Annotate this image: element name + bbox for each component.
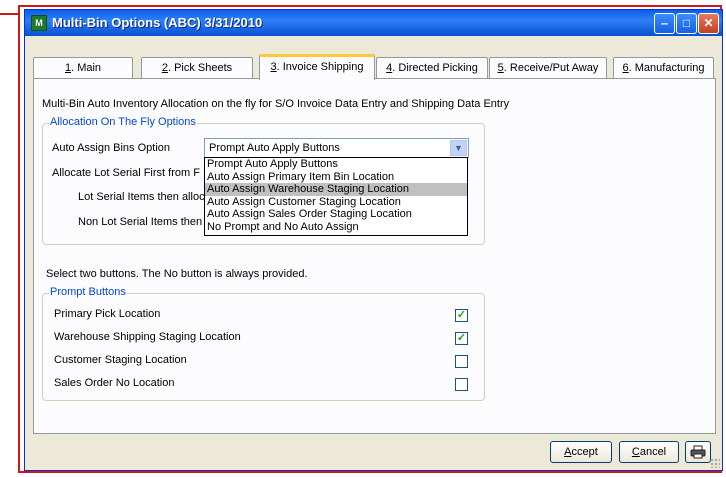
- dropdown-option[interactable]: Auto Assign Primary Item Bin Location: [205, 171, 467, 184]
- chevron-down-icon[interactable]: ▼: [450, 140, 467, 156]
- invoice-shipping-panel: Multi-Bin Auto Inventory Allocation on t…: [33, 78, 716, 434]
- printer-icon: [690, 445, 706, 459]
- allocation-group-title: Allocation On The Fly Options: [49, 116, 197, 128]
- customer-staging-label: Customer Staging Location: [54, 354, 187, 366]
- tab-pick-sheets[interactable]: 2. Pick Sheets: [141, 57, 253, 79]
- allocate-lot-label: Allocate Lot Serial First from F: [52, 167, 200, 179]
- dropdown-option-highlighted[interactable]: Auto Assign Warehouse Staging Location: [205, 183, 467, 196]
- maximize-button[interactable]: □: [676, 13, 697, 34]
- dropdown-option[interactable]: Prompt Auto Apply Buttons: [205, 158, 467, 171]
- multi-bin-options-window: M Multi-Bin Options (ABC) 3/31/2010 ‒ □ …: [24, 9, 723, 471]
- non-lot-items-label: Non Lot Serial Items then: [78, 216, 203, 228]
- sales-order-no-location-checkbox[interactable]: [455, 378, 468, 391]
- tab-receive-put-away-label: . Receive/Put Away: [503, 62, 599, 74]
- description-text: Multi-Bin Auto Inventory Allocation on t…: [42, 98, 510, 110]
- warehouse-staging-label: Warehouse Shipping Staging Location: [54, 331, 241, 343]
- title-bar[interactable]: M Multi-Bin Options (ABC) 3/31/2010 ‒ □ …: [25, 10, 722, 36]
- close-button[interactable]: ✕: [698, 13, 719, 34]
- auto-assign-dropdown-list: Prompt Auto Apply Buttons Auto Assign Pr…: [204, 157, 468, 236]
- tab-manufacturing-label: . Manufacturing: [628, 62, 705, 74]
- select-note: Select two buttons. The No button is alw…: [46, 268, 308, 280]
- print-button[interactable]: [685, 441, 711, 463]
- cancel-label: ancel: [639, 446, 667, 458]
- dropdown-option[interactable]: No Prompt and No Auto Assign: [205, 221, 467, 234]
- accept-key: A: [564, 446, 572, 458]
- window-title: Multi-Bin Options (ABC) 3/31/2010: [52, 15, 263, 30]
- cancel-button[interactable]: Cancel: [619, 441, 679, 463]
- dropdown-option[interactable]: Auto Assign Customer Staging Location: [205, 196, 467, 209]
- accept-label: ccept: [571, 446, 598, 458]
- app-icon: M: [31, 15, 47, 31]
- tab-main-label: . Main: [71, 62, 102, 74]
- minimize-button[interactable]: ‒: [654, 13, 675, 34]
- auto-assign-value: Prompt Auto Apply Buttons: [209, 142, 340, 154]
- auto-assign-label: Auto Assign Bins Option: [52, 142, 171, 154]
- tab-main[interactable]: 1. Main: [33, 57, 133, 79]
- sales-order-no-location-label: Sales Order No Location: [54, 377, 175, 389]
- tab-manufacturing[interactable]: 6. Manufacturing: [613, 57, 714, 79]
- lot-items-label: Lot Serial Items then alloc: [78, 191, 205, 203]
- tab-invoice-shipping[interactable]: 3. Invoice Shipping: [259, 54, 375, 80]
- auto-assign-select[interactable]: Prompt Auto Apply Buttons ▼: [204, 138, 469, 158]
- cancel-key: C: [631, 446, 640, 458]
- resize-grip[interactable]: [710, 458, 720, 468]
- accept-button[interactable]: Accept: [550, 441, 612, 463]
- tab-directed-picking-label: . Directed Picking: [392, 62, 478, 74]
- primary-pick-checkbox[interactable]: ✓: [455, 309, 468, 322]
- tab-receive-put-away[interactable]: 5. Receive/Put Away: [489, 57, 607, 79]
- tab-invoice-shipping-label: . Invoice Shipping: [276, 61, 364, 73]
- callout-line: [0, 13, 20, 15]
- customer-staging-checkbox[interactable]: [455, 355, 468, 368]
- tab-pick-sheets-label: . Pick Sheets: [167, 62, 233, 74]
- prompt-buttons-group-title: Prompt Buttons: [49, 286, 127, 298]
- tab-directed-picking[interactable]: 4. Directed Picking: [376, 57, 488, 79]
- warehouse-staging-checkbox[interactable]: ✓: [455, 332, 468, 345]
- dropdown-option[interactable]: Auto Assign Sales Order Staging Location: [205, 208, 467, 221]
- primary-pick-label: Primary Pick Location: [54, 308, 161, 320]
